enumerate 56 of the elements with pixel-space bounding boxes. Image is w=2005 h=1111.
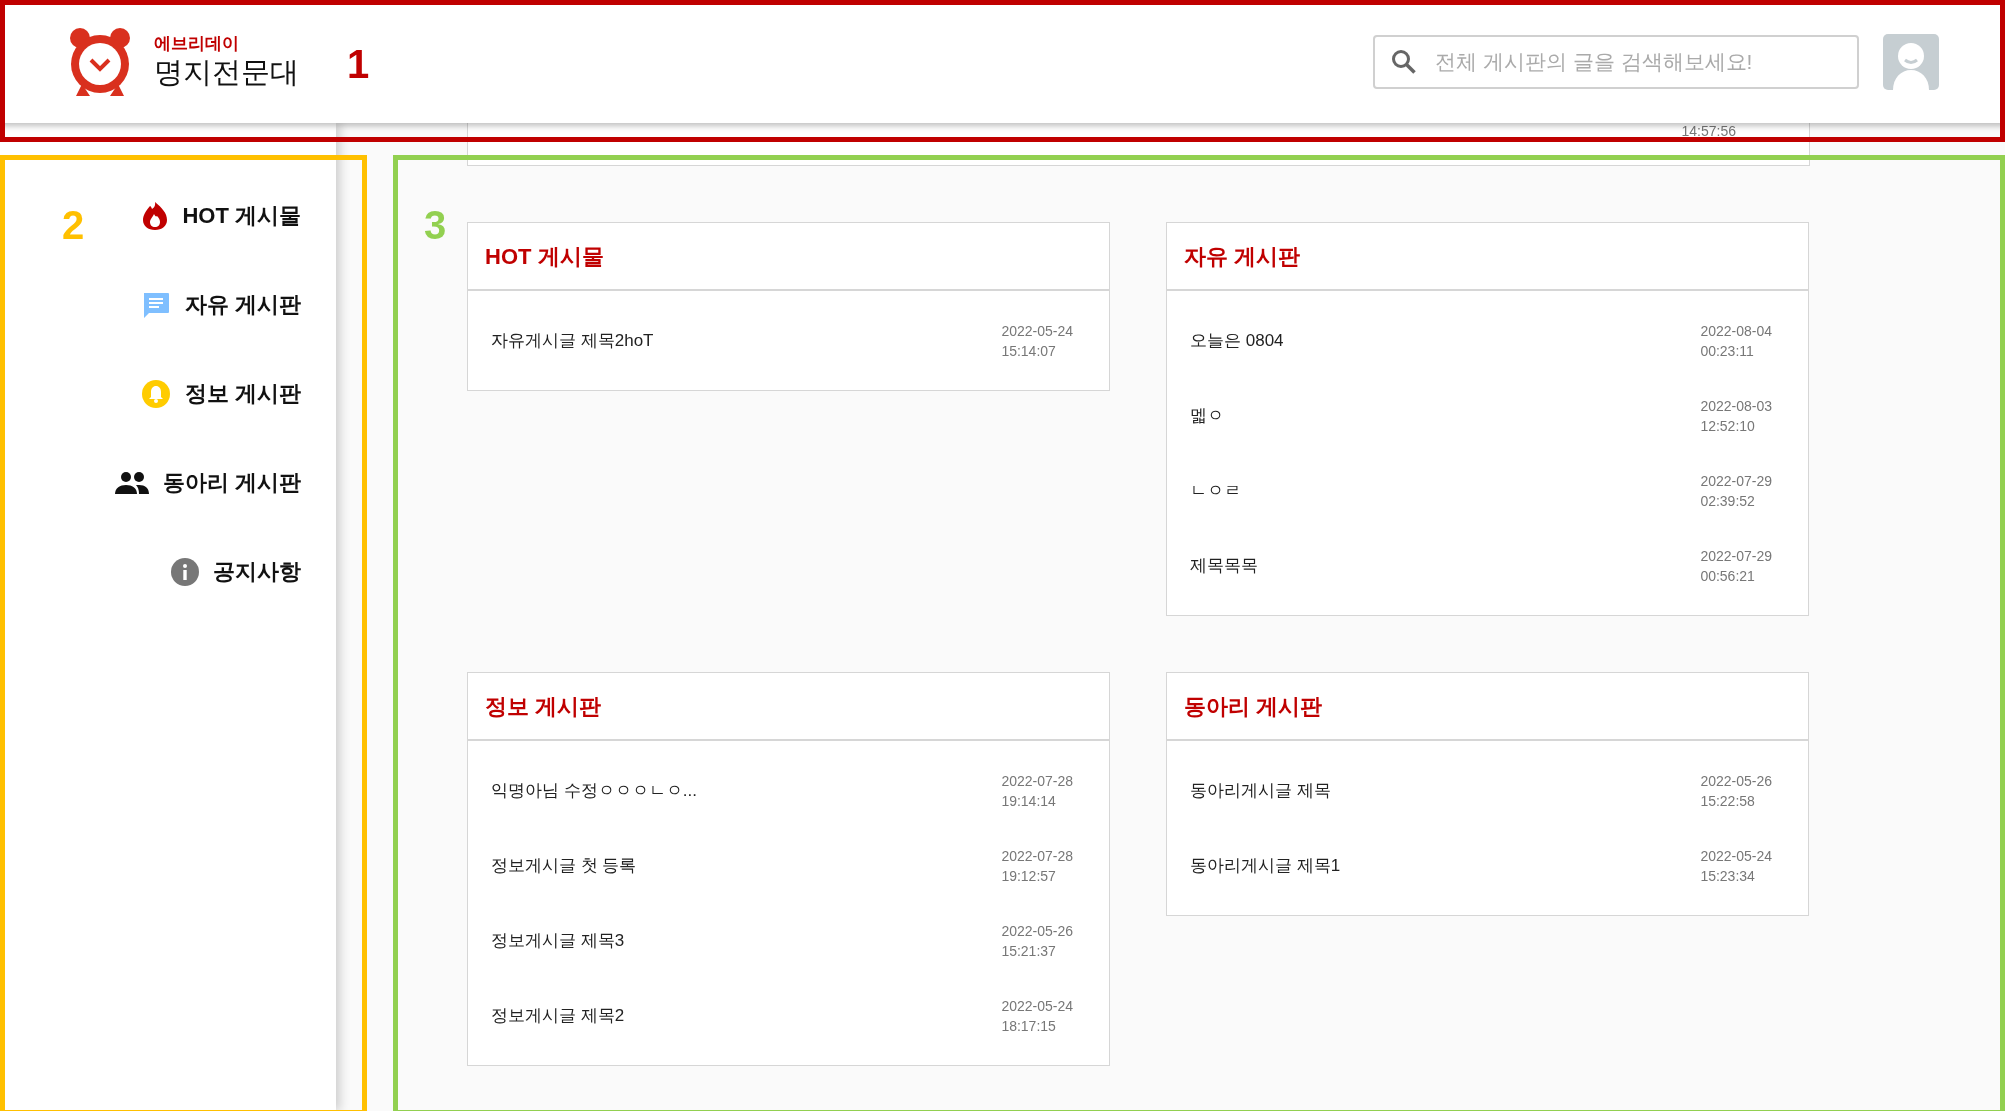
info-icon [171,557,199,586]
post-title[interactable]: 자유게시글 제목2hoT [491,327,654,354]
search-field[interactable]: 전체 게시판의 글을 검색해보세요! [1373,34,1859,89]
brand-name: 명지전문대 [154,55,299,90]
post-date: 2022-07-29 [1700,471,1772,491]
alarm-clock-icon [68,25,132,98]
post-date: 2022-07-29 [1700,546,1772,566]
avatar-icon[interactable] [1883,33,1939,90]
post-date: 2022-07-28 [1001,846,1073,866]
post-time: 00:56:21 [1700,566,1756,586]
post-title[interactable]: 정보게시글 제목3 [491,927,625,954]
board-title[interactable]: 정보 게시판 [485,689,602,723]
annotation-number: 2 [62,202,85,249]
board-title[interactable]: HOT 게시물 [485,239,604,273]
post-time: 15:22:58 [1700,791,1756,811]
search-icon [1391,48,1417,75]
post-time: 19:14:14 [1001,791,1057,811]
post-time: 15:21:37 [1001,941,1057,961]
post-date: 2022-05-26 [1700,771,1772,791]
post-time: 18:17:15 [1001,1016,1057,1036]
post-time: 19:12:57 [1001,866,1057,886]
post-title[interactable]: ㄴㅇㄹ [1190,477,1241,504]
post-date: 2022-05-24 [1001,321,1073,341]
post-date: 2022-05-26 [1001,921,1073,941]
flame-icon [142,200,169,231]
post-time: 12:52:10 [1700,416,1756,436]
bell-icon [140,378,171,409]
post-time: 14:57:56 [1681,123,1736,141]
post-time: 15:14:07 [1001,341,1057,361]
post-title[interactable]: 동아리게시글 제목 [1190,777,1331,804]
post-title[interactable]: 정보게시글 제목2 [491,1002,625,1029]
post-date: 2022-05-24 [1700,846,1772,866]
annotation-number: 1 [347,41,370,88]
board-title[interactable]: 동아리 게시판 [1184,689,1323,723]
people-icon [114,470,149,495]
sidebar-item[interactable]: 자유 게시판 [140,282,301,327]
post-title[interactable]: 오늘은 0804 [1190,327,1284,354]
post-date: 2022-08-04 [1700,321,1772,341]
post-title[interactable]: 멟ㅇ [1190,402,1224,429]
post-time: 00:23:11 [1700,341,1755,361]
sidebar-item[interactable]: HOT 게시물 [142,193,301,238]
annotation-number: 3 [424,202,447,249]
sidebar-item[interactable]: 공지사항 [171,549,301,594]
post-time: 15:23:34 [1700,866,1756,886]
post-title[interactable]: 제목목목 [1190,552,1258,579]
post-title[interactable]: 동아리게시글 제목1 [1190,852,1341,879]
sidebar-item[interactable]: 정보 게시판 [140,371,301,416]
post-time: 02:39:52 [1700,491,1756,511]
post-date: 2022-07-28 [1001,771,1073,791]
post-title[interactable]: 익명아님 수정ㅇㅇㅇㄴㅇ... [491,777,697,804]
sidebar-item[interactable]: 동아리 게시판 [114,460,301,505]
post-date: 2022-05-24 [1001,996,1073,1016]
post-title[interactable]: 정보게시글 첫 등록 [491,852,637,879]
post-date: 2022-08-03 [1700,396,1772,416]
brand-subtitle: 에브리데이 [154,32,240,54]
board-title[interactable]: 자유 게시판 [1184,239,1301,273]
